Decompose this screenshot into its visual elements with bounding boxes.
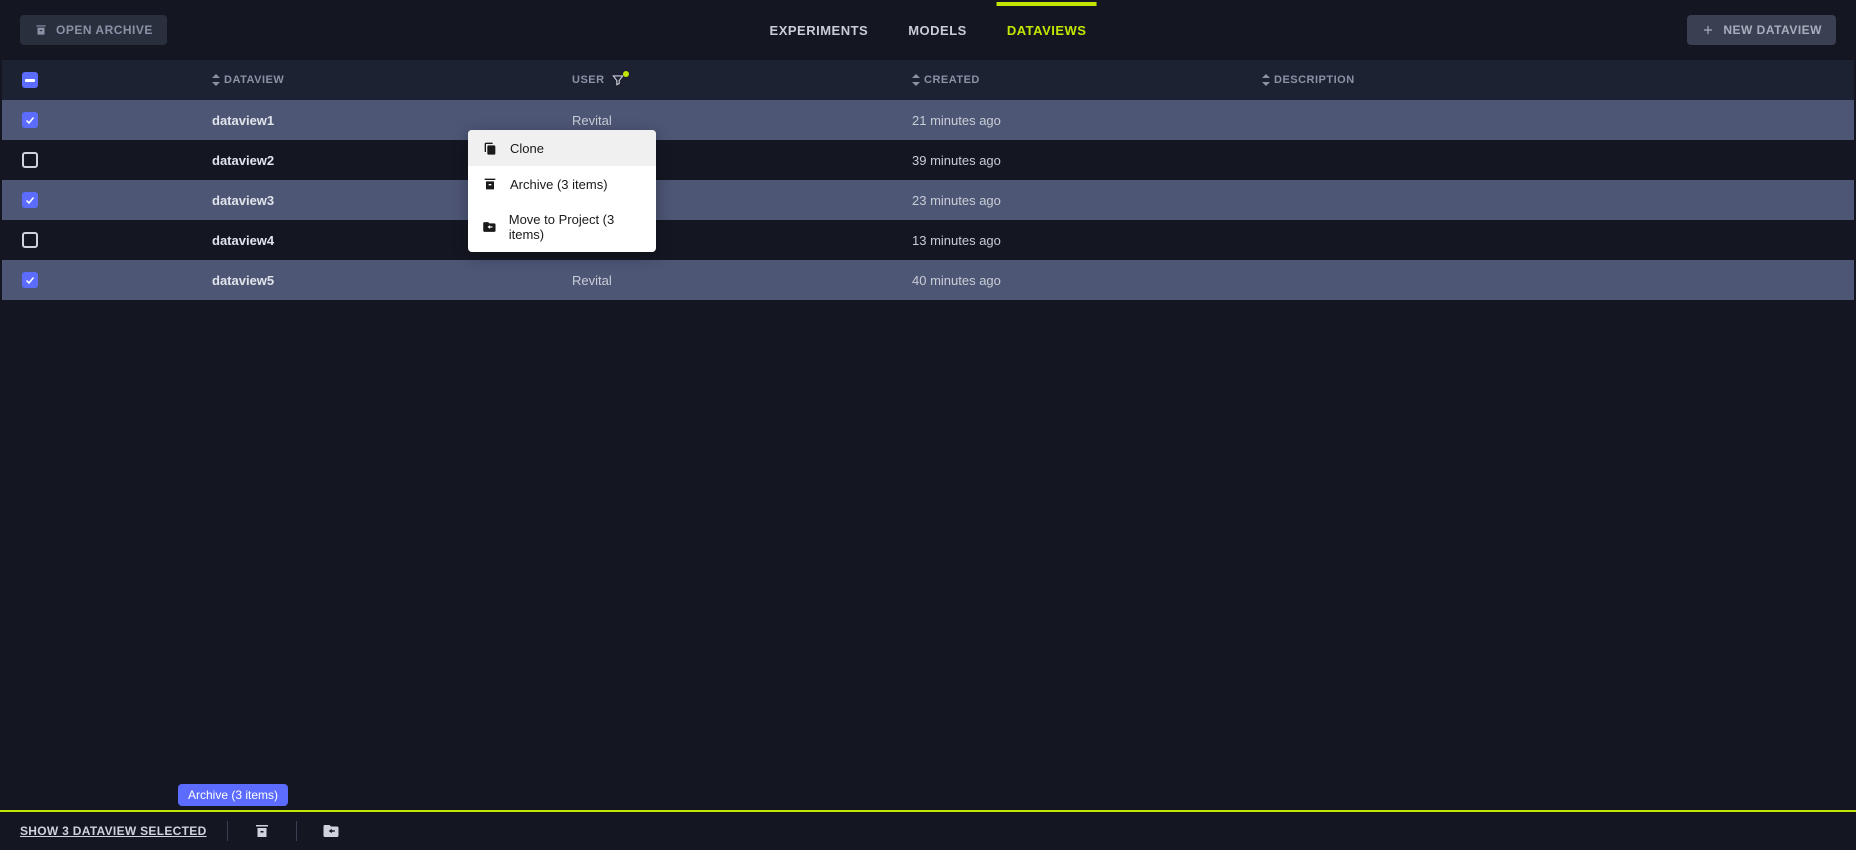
- row-checkbox[interactable]: [22, 152, 38, 168]
- row-created: 13 minutes ago: [912, 233, 1001, 248]
- sort-icon[interactable]: [1262, 74, 1270, 86]
- row-checkbox[interactable]: [22, 232, 38, 248]
- new-dataview-button[interactable]: NEW DATAVIEW: [1687, 15, 1836, 45]
- clone-icon: [482, 140, 498, 156]
- move-icon: [322, 822, 340, 840]
- table-row[interactable]: dataview2 39 minutes ago: [2, 140, 1854, 180]
- table-header: DATAVIEW USER CREATED DESCRIPTION: [2, 60, 1854, 100]
- column-header-user[interactable]: USER: [572, 74, 605, 86]
- row-created: 39 minutes ago: [912, 153, 1001, 168]
- divider: [227, 821, 228, 841]
- footer-move-button[interactable]: [317, 817, 345, 845]
- footer-archive-button[interactable]: [248, 817, 276, 845]
- row-name: dataview1: [212, 113, 274, 128]
- table-row[interactable]: dataview1 Revital 21 minutes ago: [2, 100, 1854, 140]
- column-header-created[interactable]: CREATED: [924, 74, 980, 86]
- archive-icon: [253, 822, 271, 840]
- divider: [296, 821, 297, 841]
- row-created: 23 minutes ago: [912, 193, 1001, 208]
- archive-icon: [34, 23, 48, 37]
- row-name: dataview5: [212, 273, 274, 288]
- topbar: OPEN ARCHIVE EXPERIMENTS MODELS DATAVIEW…: [0, 0, 1856, 60]
- menu-item-clone[interactable]: Clone: [468, 130, 656, 166]
- archive-icon: [482, 176, 498, 192]
- row-name: dataview2: [212, 153, 274, 168]
- filter-button[interactable]: [611, 73, 625, 87]
- column-header-description[interactable]: DESCRIPTION: [1274, 74, 1355, 86]
- show-selected-link[interactable]: SHOW 3 DATAVIEW SELECTED: [20, 824, 207, 838]
- plus-icon: [1701, 23, 1715, 37]
- tabs: EXPERIMENTS MODELS DATAVIEWS: [770, 0, 1087, 60]
- tab-dataviews[interactable]: DATAVIEWS: [1007, 3, 1087, 58]
- move-icon: [482, 219, 497, 235]
- footer: SHOW 3 DATAVIEW SELECTED: [0, 810, 1856, 850]
- dataview-table: DATAVIEW USER CREATED DESCRIPTION datavi…: [2, 60, 1854, 300]
- row-name: dataview4: [212, 233, 274, 248]
- sort-icon[interactable]: [912, 74, 920, 86]
- tab-experiments[interactable]: EXPERIMENTS: [770, 3, 869, 58]
- row-user: Revital: [572, 273, 612, 288]
- row-checkbox[interactable]: [22, 272, 38, 288]
- menu-item-label: Move to Project (3 items): [509, 212, 642, 242]
- row-checkbox[interactable]: [22, 112, 38, 128]
- open-archive-button[interactable]: OPEN ARCHIVE: [20, 15, 167, 45]
- column-header-dataview[interactable]: DATAVIEW: [224, 74, 284, 86]
- tooltip: Archive (3 items): [178, 784, 288, 806]
- table-row[interactable]: dataview5 Revital 40 minutes ago: [2, 260, 1854, 300]
- tooltip-text: Archive (3 items): [188, 788, 278, 802]
- sort-icon[interactable]: [212, 74, 220, 86]
- row-created: 40 minutes ago: [912, 273, 1001, 288]
- menu-item-move[interactable]: Move to Project (3 items): [468, 202, 656, 252]
- new-dataview-label: NEW DATAVIEW: [1723, 23, 1822, 37]
- row-checkbox[interactable]: [22, 192, 38, 208]
- menu-item-label: Archive (3 items): [510, 177, 608, 192]
- context-menu: Clone Archive (3 items) Move to Project …: [468, 130, 656, 252]
- open-archive-label: OPEN ARCHIVE: [56, 23, 153, 37]
- filter-active-indicator: [623, 71, 629, 77]
- tab-models[interactable]: MODELS: [908, 3, 967, 58]
- row-created: 21 minutes ago: [912, 113, 1001, 128]
- menu-item-archive[interactable]: Archive (3 items): [468, 166, 656, 202]
- table-row[interactable]: dataview4 Revital 13 minutes ago: [2, 220, 1854, 260]
- row-name: dataview3: [212, 193, 274, 208]
- table-row[interactable]: dataview3 23 minutes ago: [2, 180, 1854, 220]
- row-user: Revital: [572, 113, 612, 128]
- menu-item-label: Clone: [510, 141, 544, 156]
- select-all-checkbox[interactable]: [22, 72, 38, 88]
